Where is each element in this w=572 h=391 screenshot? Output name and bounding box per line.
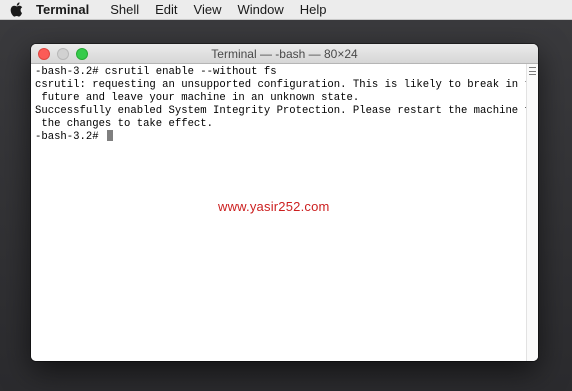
terminal-line: csrutil: requesting an unsupported confi… xyxy=(35,78,538,91)
terminal-line: future and leave your machine in an unkn… xyxy=(35,91,360,104)
watermark-text: www.yasir252.com xyxy=(218,199,330,214)
prompt-line[interactable]: -bash-3.2# xyxy=(35,130,523,143)
scrollbar-handle-icon[interactable] xyxy=(529,67,536,75)
terminal-line: -bash-3.2# csrutil enable --without fs xyxy=(35,66,277,78)
window-title: Terminal — -bash — 80×24 xyxy=(211,47,358,61)
text-cursor xyxy=(106,130,113,142)
apple-icon[interactable] xyxy=(9,2,23,17)
terminal-output: -bash-3.2# csrutil enable --without fs cs… xyxy=(35,66,538,143)
menu-view[interactable]: View xyxy=(194,0,222,20)
window-titlebar[interactable]: Terminal — -bash — 80×24 xyxy=(31,44,538,64)
menu-edit[interactable]: Edit xyxy=(155,0,177,20)
menu-window[interactable]: Window xyxy=(238,0,284,20)
terminal-line: Successfully enabled System Integrity Pr… xyxy=(35,104,538,117)
prompt-text: -bash-3.2# xyxy=(35,131,105,144)
menu-bar: Terminal Shell Edit View Window Help xyxy=(0,0,572,20)
menu-shell[interactable]: Shell xyxy=(110,0,139,20)
menu-terminal[interactable]: Terminal xyxy=(36,0,89,20)
scrollbar[interactable] xyxy=(526,64,538,361)
terminal-line: the changes to take effect. xyxy=(35,117,214,130)
menu-help[interactable]: Help xyxy=(300,0,327,20)
